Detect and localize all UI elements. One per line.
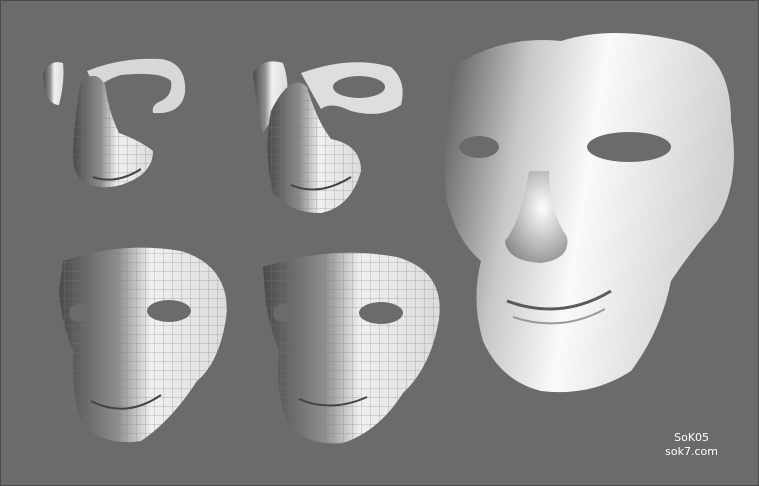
mask-render-svg bbox=[43, 33, 734, 444]
wireframe-stage-2 bbox=[253, 61, 403, 213]
wireframe-stage-1 bbox=[43, 58, 186, 188]
wireframe-stage-3 bbox=[59, 247, 227, 443]
final-smooth-mask bbox=[444, 33, 734, 393]
wireframe-stage-4 bbox=[263, 252, 440, 444]
author-site: sok7.com bbox=[665, 445, 718, 458]
author-name: SoK05 bbox=[674, 431, 710, 444]
credits: SoK05 sok7.com bbox=[665, 431, 718, 459]
render-canvas: SoK05 sok7.com bbox=[0, 0, 759, 486]
